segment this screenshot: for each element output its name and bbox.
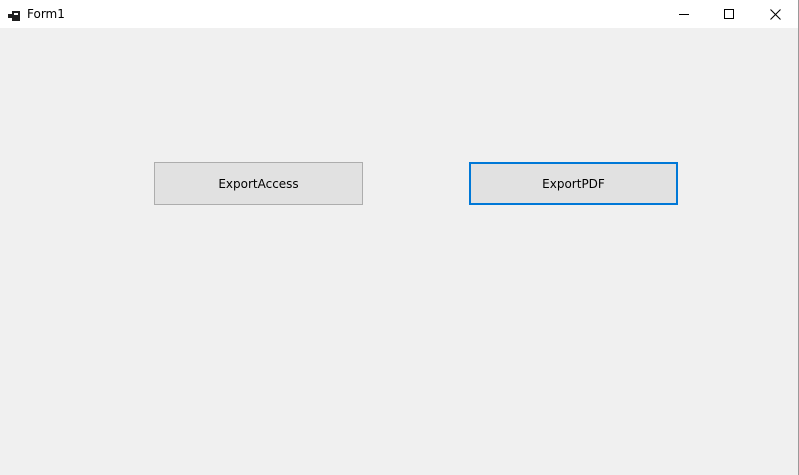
minimize-button[interactable] — [661, 0, 707, 28]
form-client-area: ExportAccess ExportPDF — [0, 28, 798, 475]
maximize-button[interactable] — [706, 0, 752, 28]
export-access-label: ExportAccess — [218, 176, 299, 191]
window-title: Form1 — [27, 7, 65, 21]
export-access-button[interactable]: ExportAccess — [154, 162, 363, 205]
title-bar[interactable]: Form1 — [0, 0, 798, 28]
close-icon — [769, 8, 781, 20]
app-window: Form1 ExportAccess ExportPDF — [0, 0, 799, 475]
maximize-icon — [724, 9, 734, 19]
export-pdf-label: ExportPDF — [542, 176, 605, 191]
winforms-app-icon[interactable] — [8, 7, 20, 21]
close-button[interactable] — [752, 0, 798, 28]
export-pdf-button[interactable]: ExportPDF — [469, 162, 678, 205]
minimize-icon — [679, 9, 689, 19]
